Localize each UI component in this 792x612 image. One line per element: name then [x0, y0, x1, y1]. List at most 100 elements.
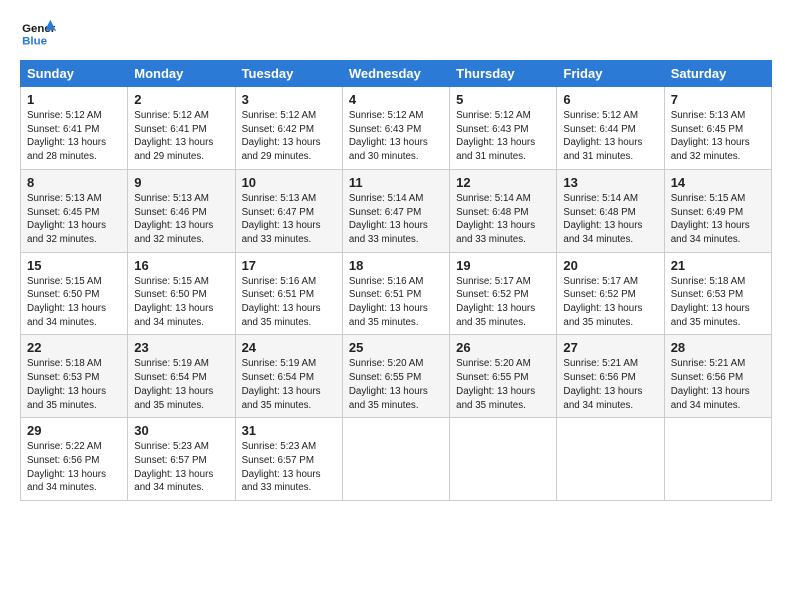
day-detail: Sunrise: 5:23 AMSunset: 6:57 PMDaylight:… — [242, 440, 336, 495]
day-number: 3 — [242, 92, 336, 107]
calendar-cell: 19Sunrise: 5:17 AMSunset: 6:52 PMDayligh… — [450, 252, 557, 335]
logo-icon: General Blue — [20, 18, 56, 48]
calendar-cell: 2 Sunrise: 5:12 AMSunset: 6:41 PMDaylight… — [128, 87, 235, 170]
calendar-cell: 4 Sunrise: 5:12 AMSunset: 6:43 PMDaylight… — [342, 87, 449, 170]
day-detail: Sunrise: 5:12 AMSunset: 6:42 PMDaylight:… — [242, 109, 336, 164]
logo: General Blue — [20, 18, 56, 48]
calendar-cell: 24 Sunrise: 5:19 AMSunset: 6:54 PMDayligh… — [235, 335, 342, 418]
day-number: 11 — [349, 175, 443, 190]
day-detail: Sunrise: 5:18 AMSunset: 6:53 PMDaylight:… — [671, 275, 765, 330]
calendar-cell: 29Sunrise: 5:22 AMSunset: 6:56 PMDayligh… — [21, 418, 128, 501]
calendar-cell: 28Sunrise: 5:21 AMSunset: 6:56 PMDayligh… — [664, 335, 771, 418]
calendar-cell: 15 Sunrise: 5:15 AMSunset: 6:50 PMDayligh… — [21, 252, 128, 335]
day-number: 9 — [134, 175, 228, 190]
day-number: 2 — [134, 92, 228, 107]
day-number: 23 — [134, 340, 228, 355]
header: General Blue — [20, 18, 772, 48]
day-number: 26 — [456, 340, 550, 355]
day-detail: Sunrise: 5:19 AMSunset: 6:54 PMDaylight:… — [134, 357, 228, 412]
day-number: 24 — [242, 340, 336, 355]
calendar-table: SundayMondayTuesdayWednesdayThursdayFrid… — [20, 60, 772, 501]
day-detail: Sunrise: 5:12 AMSunset: 6:43 PMDaylight:… — [349, 109, 443, 164]
calendar-cell: 27 Sunrise: 5:21 AMSunset: 6:56 PMDayligh… — [557, 335, 664, 418]
day-detail: Sunrise: 5:12 AMSunset: 6:41 PMDaylight:… — [27, 109, 121, 164]
day-number: 25 — [349, 340, 443, 355]
calendar-cell: 21 Sunrise: 5:18 AMSunset: 6:53 PMDayligh… — [664, 252, 771, 335]
day-number: 1 — [27, 92, 121, 107]
weekday-header-friday: Friday — [557, 61, 664, 87]
calendar-cell: 11 Sunrise: 5:14 AMSunset: 6:47 PMDayligh… — [342, 169, 449, 252]
day-number: 5 — [456, 92, 550, 107]
calendar-cell — [342, 418, 449, 501]
day-detail: Sunrise: 5:15 AMSunset: 6:50 PMDaylight:… — [27, 275, 121, 330]
calendar-cell: 14 Sunrise: 5:15 AMSunset: 6:49 PMDayligh… — [664, 169, 771, 252]
weekday-header-thursday: Thursday — [450, 61, 557, 87]
day-detail: Sunrise: 5:13 AMSunset: 6:47 PMDaylight:… — [242, 192, 336, 247]
calendar-cell: 31 Sunrise: 5:23 AMSunset: 6:57 PMDayligh… — [235, 418, 342, 501]
calendar-week-3: 15 Sunrise: 5:15 AMSunset: 6:50 PMDayligh… — [21, 252, 772, 335]
day-detail: Sunrise: 5:22 AMSunset: 6:56 PMDaylight:… — [27, 440, 121, 495]
calendar-cell: 1 Sunrise: 5:12 AMSunset: 6:41 PMDaylight… — [21, 87, 128, 170]
day-number: 15 — [27, 258, 121, 273]
day-number: 30 — [134, 423, 228, 438]
calendar-cell: 23 Sunrise: 5:19 AMSunset: 6:54 PMDayligh… — [128, 335, 235, 418]
day-detail: Sunrise: 5:14 AMSunset: 6:48 PMDaylight:… — [563, 192, 657, 247]
day-detail: Sunrise: 5:18 AMSunset: 6:53 PMDaylight:… — [27, 357, 121, 412]
day-number: 19 — [456, 258, 550, 273]
weekday-header-saturday: Saturday — [664, 61, 771, 87]
page: General Blue SundayMondayTuesdayWednesda… — [0, 0, 792, 511]
day-number: 12 — [456, 175, 550, 190]
day-detail: Sunrise: 5:13 AMSunset: 6:45 PMDaylight:… — [671, 109, 765, 164]
calendar-cell: 20 Sunrise: 5:17 AMSunset: 6:52 PMDayligh… — [557, 252, 664, 335]
calendar-cell: 9 Sunrise: 5:13 AMSunset: 6:46 PMDaylight… — [128, 169, 235, 252]
day-number: 14 — [671, 175, 765, 190]
day-number: 13 — [563, 175, 657, 190]
day-detail: Sunrise: 5:21 AMSunset: 6:56 PMDaylight:… — [563, 357, 657, 412]
day-number: 20 — [563, 258, 657, 273]
day-detail: Sunrise: 5:15 AMSunset: 6:50 PMDaylight:… — [134, 275, 228, 330]
day-detail: Sunrise: 5:15 AMSunset: 6:49 PMDaylight:… — [671, 192, 765, 247]
day-detail: Sunrise: 5:16 AMSunset: 6:51 PMDaylight:… — [349, 275, 443, 330]
calendar-cell — [450, 418, 557, 501]
day-number: 18 — [349, 258, 443, 273]
day-detail: Sunrise: 5:20 AMSunset: 6:55 PMDaylight:… — [456, 357, 550, 412]
day-number: 7 — [671, 92, 765, 107]
calendar-cell: 22Sunrise: 5:18 AMSunset: 6:53 PMDayligh… — [21, 335, 128, 418]
day-number: 8 — [27, 175, 121, 190]
day-detail: Sunrise: 5:14 AMSunset: 6:48 PMDaylight:… — [456, 192, 550, 247]
day-detail: Sunrise: 5:13 AMSunset: 6:46 PMDaylight:… — [134, 192, 228, 247]
calendar-week-5: 29Sunrise: 5:22 AMSunset: 6:56 PMDayligh… — [21, 418, 772, 501]
calendar-cell: 10 Sunrise: 5:13 AMSunset: 6:47 PMDayligh… — [235, 169, 342, 252]
calendar-cell: 8 Sunrise: 5:13 AMSunset: 6:45 PMDaylight… — [21, 169, 128, 252]
day-detail: Sunrise: 5:12 AMSunset: 6:44 PMDaylight:… — [563, 109, 657, 164]
calendar-cell: 5 Sunrise: 5:12 AMSunset: 6:43 PMDaylight… — [450, 87, 557, 170]
calendar-week-4: 22Sunrise: 5:18 AMSunset: 6:53 PMDayligh… — [21, 335, 772, 418]
day-number: 31 — [242, 423, 336, 438]
day-number: 6 — [563, 92, 657, 107]
day-number: 4 — [349, 92, 443, 107]
weekday-header-tuesday: Tuesday — [235, 61, 342, 87]
weekday-header-monday: Monday — [128, 61, 235, 87]
calendar-cell: 25 Sunrise: 5:20 AMSunset: 6:55 PMDayligh… — [342, 335, 449, 418]
day-number: 27 — [563, 340, 657, 355]
calendar-cell: 12 Sunrise: 5:14 AMSunset: 6:48 PMDayligh… — [450, 169, 557, 252]
day-detail: Sunrise: 5:20 AMSunset: 6:55 PMDaylight:… — [349, 357, 443, 412]
day-number: 10 — [242, 175, 336, 190]
day-detail: Sunrise: 5:21 AMSunset: 6:56 PMDaylight:… — [671, 357, 765, 412]
day-detail: Sunrise: 5:17 AMSunset: 6:52 PMDaylight:… — [563, 275, 657, 330]
day-detail: Sunrise: 5:19 AMSunset: 6:54 PMDaylight:… — [242, 357, 336, 412]
calendar-cell: 7 Sunrise: 5:13 AMSunset: 6:45 PMDaylight… — [664, 87, 771, 170]
day-detail: Sunrise: 5:12 AMSunset: 6:41 PMDaylight:… — [134, 109, 228, 164]
weekday-header-wednesday: Wednesday — [342, 61, 449, 87]
day-number: 16 — [134, 258, 228, 273]
weekday-header-sunday: Sunday — [21, 61, 128, 87]
calendar-cell: 26 Sunrise: 5:20 AMSunset: 6:55 PMDayligh… — [450, 335, 557, 418]
day-detail: Sunrise: 5:12 AMSunset: 6:43 PMDaylight:… — [456, 109, 550, 164]
day-detail: Sunrise: 5:14 AMSunset: 6:47 PMDaylight:… — [349, 192, 443, 247]
day-detail: Sunrise: 5:13 AMSunset: 6:45 PMDaylight:… — [27, 192, 121, 247]
day-number: 21 — [671, 258, 765, 273]
calendar-week-2: 8 Sunrise: 5:13 AMSunset: 6:45 PMDaylight… — [21, 169, 772, 252]
calendar-cell — [664, 418, 771, 501]
calendar-cell: 30Sunrise: 5:23 AMSunset: 6:57 PMDayligh… — [128, 418, 235, 501]
calendar-cell — [557, 418, 664, 501]
